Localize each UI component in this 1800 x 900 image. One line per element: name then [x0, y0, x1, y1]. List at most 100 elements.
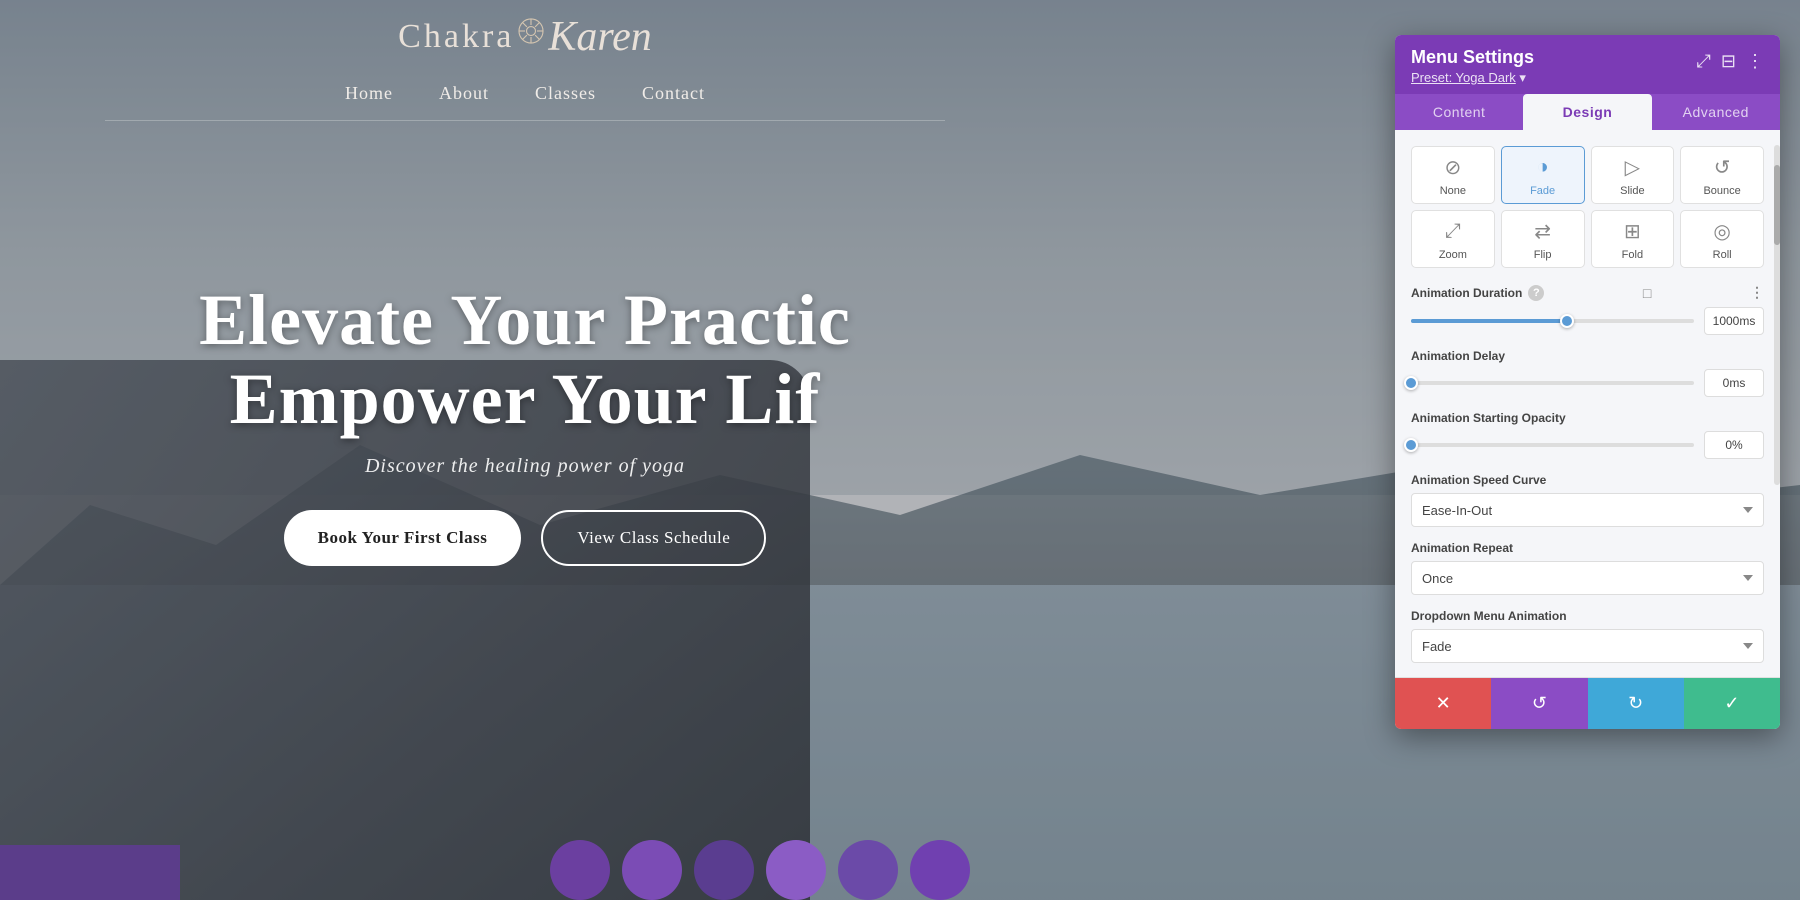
duration-more-icon[interactable]: ⋮ [1750, 284, 1764, 301]
circle-6 [910, 840, 970, 900]
panel-header: Menu Settings Preset: Yoga Dark ▾ ⤢ ⊟ ⋮ [1395, 35, 1780, 94]
circle-3 [694, 840, 754, 900]
panel-scrollbar[interactable] [1774, 145, 1780, 485]
duration-help-icon[interactable]: ? [1528, 285, 1544, 301]
fade-label: Fade [1530, 185, 1555, 197]
tab-content[interactable]: Content [1395, 94, 1523, 130]
hero-heading-line1: Elevate Your Practic [199, 280, 851, 360]
opacity-slider-track[interactable] [1411, 443, 1694, 447]
animation-type-grid: ⊘ None ◑ Fade ▷ Slide ↺ Bounce ⤢ Zoom [1411, 146, 1764, 268]
anim-option-slide[interactable]: ▷ Slide [1591, 146, 1675, 204]
reset-icon: ↺ [1532, 693, 1547, 714]
speed-curve-select[interactable]: Ease-In-Out Linear Ease-In Ease-Out [1411, 493, 1764, 527]
nav-item-about[interactable]: About [431, 79, 497, 108]
logo-chakra-text: Chakra [398, 18, 514, 56]
slide-icon: ▷ [1616, 153, 1648, 181]
duration-slider-track[interactable] [1411, 319, 1694, 323]
duration-slider-row: 1000ms [1411, 307, 1764, 335]
logo-title: Chakra Karen [398, 18, 652, 61]
nav-item-home[interactable]: Home [337, 79, 401, 108]
reset-button[interactable]: ↺ [1491, 678, 1587, 729]
opacity-label: Animation Starting Opacity [1411, 411, 1764, 425]
tab-design[interactable]: Design [1523, 94, 1651, 130]
dropdown-anim-select[interactable]: Fade Slide None [1411, 629, 1764, 663]
bottom-bar [0, 845, 180, 900]
delay-slider-track[interactable] [1411, 381, 1694, 385]
duration-label: Animation Duration ? □ ⋮ [1411, 284, 1764, 301]
logo-karen-text: Karen [548, 13, 651, 61]
panel-body: ⊘ None ◑ Fade ▷ Slide ↺ Bounce ⤢ Zoom [1395, 130, 1780, 663]
hero-buttons: Book Your First Class View Class Schedul… [199, 510, 851, 566]
cancel-button[interactable]: ✕ [1395, 678, 1491, 729]
site-content: Chakra Karen [0, 0, 1050, 900]
opacity-slider-thumb[interactable] [1404, 438, 1418, 452]
repeat-label: Animation Repeat [1411, 541, 1764, 555]
tab-advanced[interactable]: Advanced [1652, 94, 1780, 130]
anim-option-none[interactable]: ⊘ None [1411, 146, 1495, 204]
zoom-icon: ⤢ [1437, 217, 1469, 245]
opacity-control: Animation Starting Opacity 0% [1411, 411, 1764, 459]
anim-option-bounce[interactable]: ↺ Bounce [1680, 146, 1764, 204]
book-first-class-button[interactable]: Book Your First Class [284, 510, 522, 566]
anim-option-fade[interactable]: ◑ Fade [1501, 146, 1585, 204]
panel-header-left: Menu Settings Preset: Yoga Dark ▾ [1411, 47, 1534, 86]
opacity-slider-row: 0% [1411, 431, 1764, 459]
nav-item-contact[interactable]: Contact [634, 79, 713, 108]
anim-option-flip[interactable]: ⇄ Flip [1501, 210, 1585, 268]
dropdown-anim-label: Dropdown Menu Animation [1411, 609, 1764, 623]
hero-subtext: Discover the healing power of yoga [199, 455, 851, 478]
settings-panel: Menu Settings Preset: Yoga Dark ▾ ⤢ ⊟ ⋮ … [1395, 35, 1780, 729]
duration-desktop-icon[interactable]: □ [1643, 285, 1651, 301]
panel-tabs: Content Design Advanced [1395, 94, 1780, 130]
columns-icon[interactable]: ⊟ [1721, 51, 1736, 72]
speed-curve-control: Animation Speed Curve Ease-In-Out Linear… [1411, 473, 1764, 527]
nav-item-classes[interactable]: Classes [527, 79, 604, 108]
site-nav: Home About Classes Contact [105, 79, 945, 121]
none-label: None [1440, 185, 1466, 197]
roll-label: Roll [1713, 249, 1732, 261]
circle-4 [766, 840, 826, 900]
logo-symbol-icon [516, 16, 546, 46]
zoom-label: Zoom [1439, 249, 1467, 261]
panel-scrollbar-thumb[interactable] [1774, 165, 1780, 245]
panel-header-icons: ⤢ ⊟ ⋮ [1697, 51, 1765, 72]
fade-icon: ◑ [1527, 153, 1559, 181]
view-schedule-button[interactable]: View Class Schedule [541, 510, 766, 566]
duration-value: 1000ms [1704, 307, 1764, 335]
more-options-icon[interactable]: ⋮ [1746, 51, 1764, 72]
panel-preset: Preset: Yoga Dark ▾ [1411, 70, 1534, 86]
cancel-icon: ✕ [1436, 693, 1451, 714]
save-button[interactable]: ✓ [1684, 678, 1780, 729]
circle-2 [622, 840, 682, 900]
flip-icon: ⇄ [1527, 217, 1559, 245]
anim-option-roll[interactable]: ◎ Roll [1680, 210, 1764, 268]
delay-label: Animation Delay [1411, 349, 1764, 363]
repeat-select[interactable]: Once Loop Ping-Pong [1411, 561, 1764, 595]
circles-row [550, 840, 970, 900]
circle-5 [838, 840, 898, 900]
delay-control: Animation Delay 0ms [1411, 349, 1764, 397]
hero-text: Elevate Your Practic Empower Your Lif Di… [199, 281, 851, 566]
panel-footer: ✕ ↺ ↻ ✓ [1395, 677, 1780, 729]
delay-slider-thumb[interactable] [1404, 376, 1418, 390]
redo-icon: ↻ [1628, 693, 1643, 714]
duration-control: Animation Duration ? □ ⋮ 1000ms [1411, 284, 1764, 335]
bounce-label: Bounce [1703, 185, 1740, 197]
redo-button[interactable]: ↻ [1588, 678, 1684, 729]
anim-option-fold[interactable]: ⊞ Fold [1591, 210, 1675, 268]
anim-option-zoom[interactable]: ⤢ Zoom [1411, 210, 1495, 268]
flip-label: Flip [1534, 249, 1552, 261]
slide-label: Slide [1620, 185, 1644, 197]
speed-curve-label: Animation Speed Curve [1411, 473, 1764, 487]
hero-heading: Elevate Your Practic Empower Your Lif [199, 281, 851, 439]
duration-slider-thumb[interactable] [1560, 314, 1574, 328]
fold-label: Fold [1622, 249, 1643, 261]
site-header: Chakra Karen [0, 0, 1050, 121]
opacity-value: 0% [1704, 431, 1764, 459]
bounce-icon: ↺ [1706, 153, 1738, 181]
dropdown-anim-control: Dropdown Menu Animation Fade Slide None [1411, 609, 1764, 663]
delay-slider-row: 0ms [1411, 369, 1764, 397]
none-icon: ⊘ [1437, 153, 1469, 181]
fold-icon: ⊞ [1616, 217, 1648, 245]
expand-icon[interactable]: ⤢ [1697, 51, 1711, 72]
